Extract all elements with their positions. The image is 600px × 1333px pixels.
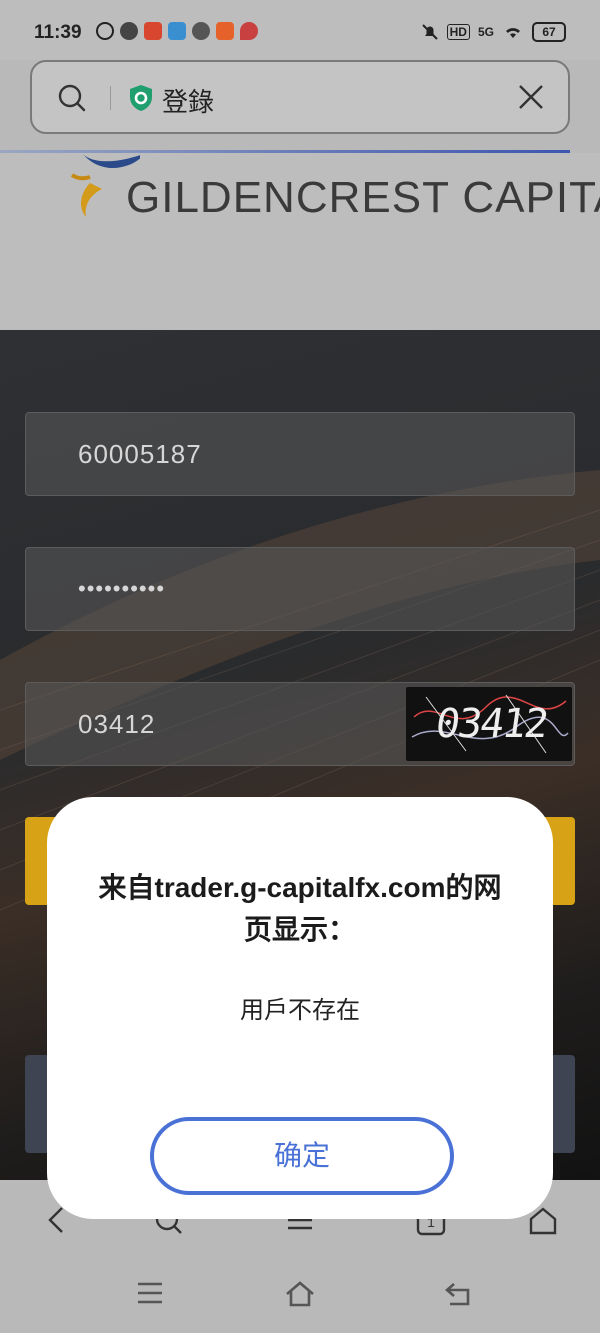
close-icon[interactable]: [518, 84, 544, 110]
battery-indicator: 67: [532, 22, 566, 42]
notification-icons: [96, 22, 258, 40]
mute-bell-icon: [421, 24, 438, 40]
site-header: GILDENCREST CAPITAL: [0, 153, 600, 330]
recents-icon[interactable]: [136, 1280, 164, 1306]
search-icon[interactable]: [58, 84, 86, 112]
captcha-field[interactable]: 03412 03412: [25, 682, 575, 766]
back-icon[interactable]: [444, 1280, 474, 1308]
captcha-code-text: 03412: [432, 701, 550, 747]
signal-label: 5G: [477, 25, 494, 39]
status-time: 11:39: [34, 22, 82, 43]
system-navigation-bar: [0, 1260, 600, 1333]
logo-text: GILDENCREST CAPITAL: [126, 173, 600, 222]
shield-icon: [130, 85, 152, 111]
account-field[interactable]: 60005187: [25, 412, 575, 496]
map-pin-icon: [240, 22, 258, 40]
page-title: 登錄: [162, 87, 215, 117]
alert-dialog: 来自trader.g-capitalfx.com的网页显示： 用戶不存在 确定: [47, 797, 553, 1219]
link-app-icon: [192, 22, 210, 40]
dialog-ok-button[interactable]: 确定: [150, 1117, 454, 1195]
address-bar[interactable]: 登錄: [30, 60, 570, 134]
store-app-icon: [216, 22, 234, 40]
back-icon[interactable]: [46, 1206, 66, 1234]
telegram-icon: [168, 22, 186, 40]
wifi-icon: [506, 28, 520, 38]
dialog-message: 用戶不存在: [240, 997, 360, 1024]
home-icon[interactable]: [284, 1280, 316, 1308]
k-app-icon: [96, 22, 114, 40]
address-divider: [110, 86, 111, 110]
hd-badge: HD: [446, 24, 470, 40]
captcha-input-value[interactable]: 03412: [78, 709, 155, 740]
account-input-value[interactable]: 60005187: [78, 439, 202, 470]
wechat-icon: [120, 22, 138, 40]
status-bar: 11:39 HD 5G 67: [0, 0, 600, 60]
password-input-value[interactable]: ••••••••••: [78, 576, 165, 602]
shopping-app-icon: [144, 22, 162, 40]
dialog-title: 来自trader.g-capitalfx.com的网页显示：: [98, 872, 502, 945]
captcha-image[interactable]: 03412: [406, 687, 572, 761]
status-indicators: HD 5G 67: [421, 22, 566, 42]
password-field[interactable]: ••••••••••: [25, 547, 575, 631]
